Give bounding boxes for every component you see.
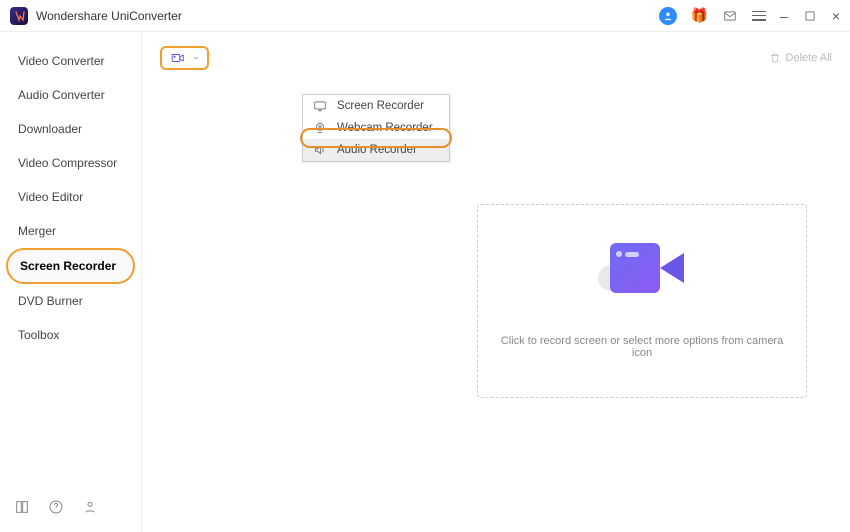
sidebar-item-screen-recorder[interactable]: Screen Recorder — [6, 248, 135, 284]
screen-icon — [313, 99, 327, 113]
dropdown-item-webcam-recorder[interactable]: Webcam Recorder — [303, 117, 449, 139]
webcam-icon — [313, 121, 327, 135]
sidebar-footer — [0, 485, 141, 532]
recorder-type-dropdown-toggle[interactable] — [160, 46, 209, 70]
sidebar-item-video-compressor[interactable]: Video Compressor — [0, 146, 141, 180]
toolbar: Delete All — [160, 46, 832, 70]
delete-all-button[interactable]: Delete All — [769, 52, 832, 64]
sidebar-item-video-converter[interactable]: Video Converter — [0, 44, 141, 78]
titlebar: Wondershare UniConverter 🎁 – × — [0, 0, 850, 32]
help-icon[interactable] — [48, 499, 64, 518]
minimize-button[interactable]: – — [780, 8, 788, 24]
account-icon[interactable] — [82, 499, 98, 518]
sidebar: Video Converter Audio Converter Download… — [0, 32, 142, 532]
sidebar-item-audio-converter[interactable]: Audio Converter — [0, 78, 141, 112]
menu-icon[interactable] — [752, 11, 766, 21]
mail-icon[interactable] — [722, 8, 738, 24]
camera-illustration-icon — [598, 243, 686, 307]
trash-icon — [769, 52, 781, 64]
dropdown-item-screen-recorder[interactable]: Screen Recorder — [303, 95, 449, 117]
book-icon[interactable] — [14, 499, 30, 518]
audio-icon — [313, 143, 327, 157]
dropzone-text: Click to record screen or select more op… — [478, 335, 806, 359]
close-button[interactable]: × — [832, 8, 840, 24]
record-dropzone[interactable]: Click to record screen or select more op… — [477, 204, 807, 398]
gift-icon[interactable]: 🎁 — [691, 7, 708, 24]
sidebar-item-dvd-burner[interactable]: DVD Burner — [0, 284, 141, 318]
sidebar-item-video-editor[interactable]: Video Editor — [0, 180, 141, 214]
user-avatar-icon[interactable] — [659, 7, 677, 25]
maximize-button[interactable] — [802, 8, 818, 24]
app-title: Wondershare UniConverter — [36, 9, 182, 23]
titlebar-right: 🎁 – × — [659, 7, 840, 25]
sidebar-item-merger[interactable]: Merger — [0, 214, 141, 248]
sidebar-item-downloader[interactable]: Downloader — [0, 112, 141, 146]
dropdown-item-audio-recorder[interactable]: Audio Recorder — [303, 139, 449, 161]
chevron-down-icon — [192, 54, 200, 62]
recorder-type-dropdown: Screen Recorder Webcam Recorder Audio Re… — [302, 94, 450, 162]
app-logo — [10, 7, 28, 25]
main-area: Delete All Screen Recorder Webcam Record… — [142, 32, 850, 532]
sidebar-item-toolbox[interactable]: Toolbox — [0, 318, 141, 352]
